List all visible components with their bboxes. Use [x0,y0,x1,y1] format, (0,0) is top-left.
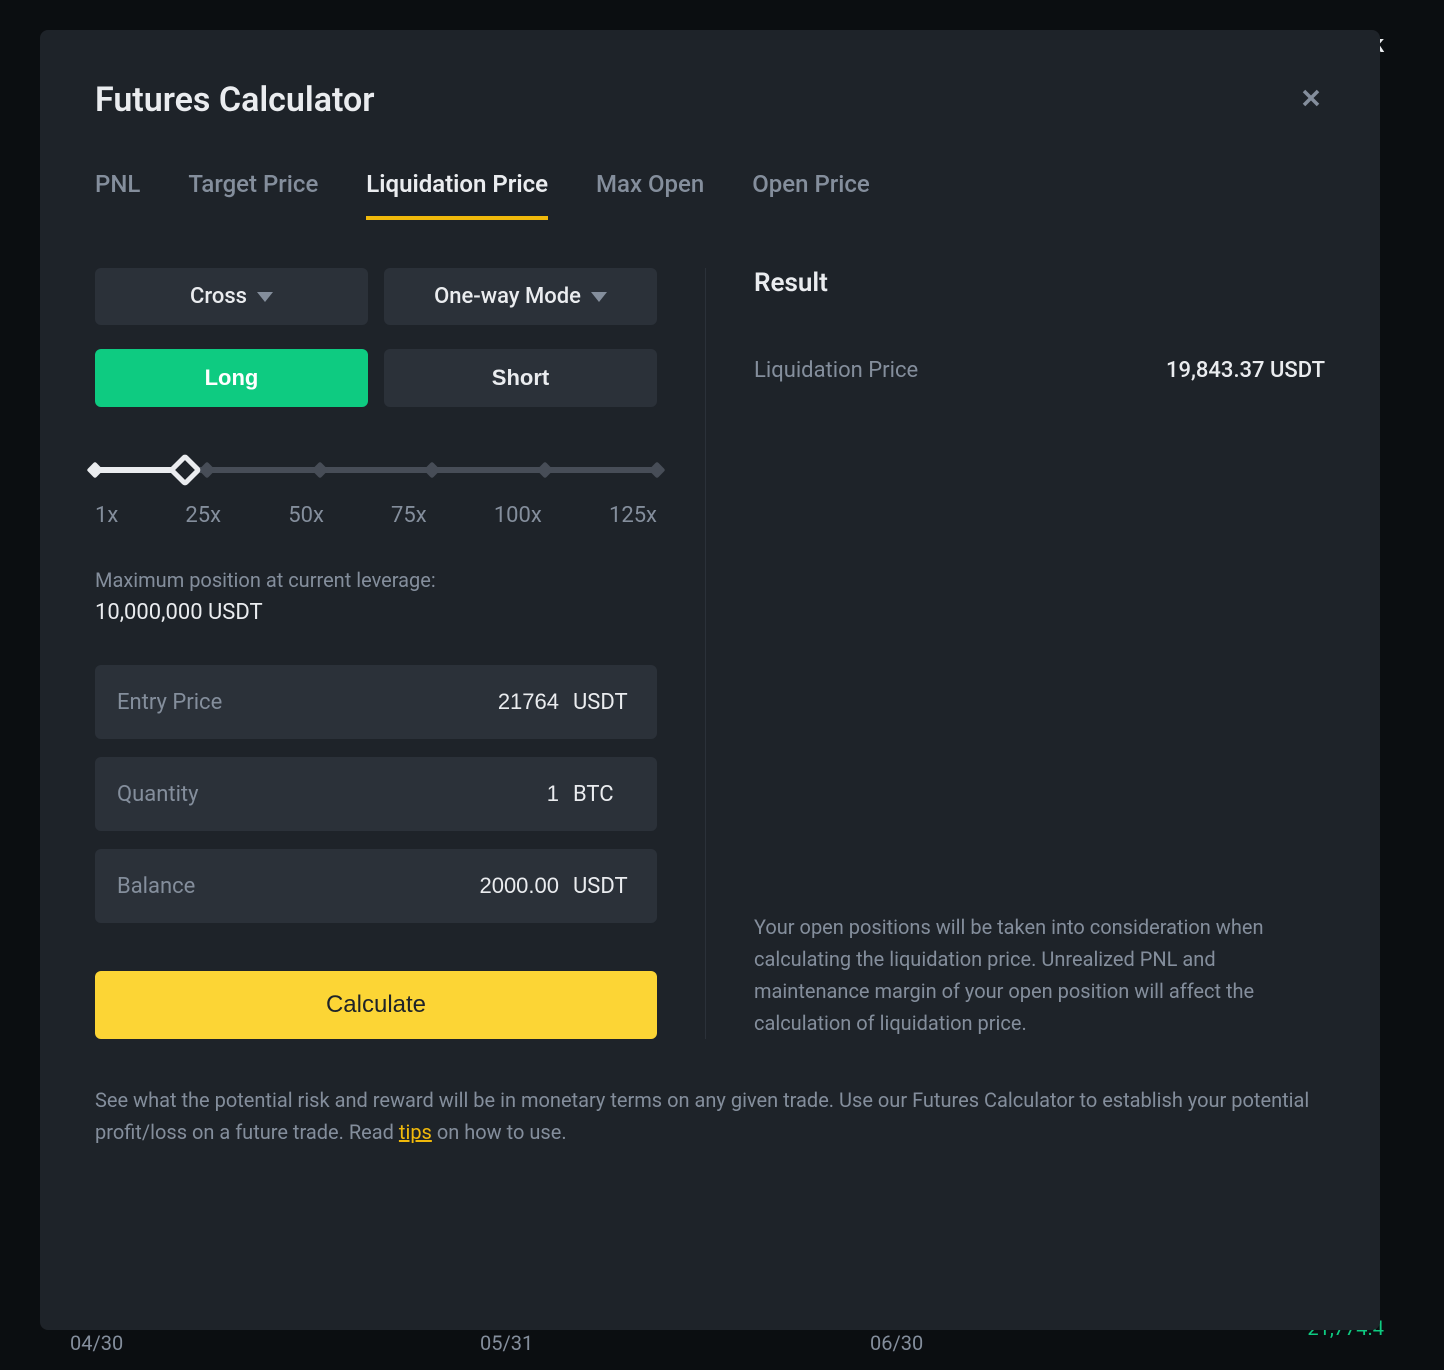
slider-tick[interactable] [199,462,216,479]
position-mode-dropdown[interactable]: One-way Mode [384,268,657,325]
close-icon [1297,84,1325,112]
input-panel: Cross One-way Mode Long Short [95,268,705,1039]
leverage-tick-label: 1x [95,503,118,528]
slider-tick[interactable] [536,462,553,479]
entry-price-unit: USDT [573,690,635,715]
tab-bar: PNL Target Price Liquidation Price Max O… [95,170,1325,220]
tab-target-price[interactable]: Target Price [188,170,318,220]
slider-tick[interactable] [87,462,104,479]
balance-group: Balance USDT [95,849,657,923]
date-label: 05/31 [480,1331,533,1355]
slider-tick[interactable] [649,462,666,479]
date-label: 06/30 [870,1331,923,1355]
tips-link[interactable]: tips [399,1120,432,1144]
futures-calculator-modal: Futures Calculator PNL Target Price Liqu… [40,30,1380,1330]
tab-liquidation-price[interactable]: Liquidation Price [366,170,548,220]
calculate-button[interactable]: Calculate [95,971,657,1039]
chevron-down-icon [591,292,607,302]
leverage-slider[interactable] [95,467,657,473]
entry-price-label: Entry Price [117,690,419,715]
quantity-input[interactable] [419,781,559,807]
footer-text: on how to use. [432,1120,567,1144]
leverage-tick-label: 100x [494,503,542,528]
slider-tick[interactable] [311,462,328,479]
max-position-label: Maximum position at current leverage: [95,568,657,592]
result-panel: Result Liquidation Price 19,843.37 USDT … [705,268,1325,1039]
margin-mode-dropdown[interactable]: Cross [95,268,368,325]
liquidation-price-value: 19,843.37 USDT [1166,358,1325,383]
max-position-value: 10,000,000 USDT [95,600,657,625]
liquidation-price-label: Liquidation Price [754,358,918,383]
leverage-tick-label: 50x [288,503,324,528]
close-button[interactable] [1297,84,1325,117]
slider-handle[interactable] [168,453,202,487]
tab-max-open[interactable]: Max Open [596,170,704,220]
entry-price-group: Entry Price USDT [95,665,657,739]
long-button[interactable]: Long [95,349,368,407]
chevron-down-icon [257,292,273,302]
quantity-unit: BTC [573,782,635,807]
tab-open-price[interactable]: Open Price [752,170,870,220]
modal-title: Futures Calculator [95,80,374,120]
balance-input[interactable] [419,873,559,899]
date-label: 04/30 [70,1331,123,1355]
leverage-tick-label: 75x [391,503,427,528]
balance-unit: USDT [573,874,635,899]
short-button[interactable]: Short [384,349,657,407]
slider-labels: 1x 25x 50x 75x 100x 125x [95,503,657,528]
leverage-tick-label: 125x [609,503,657,528]
quantity-group: Quantity BTC [95,757,657,831]
tab-pnl[interactable]: PNL [95,170,140,220]
margin-mode-label: Cross [190,284,247,309]
footer-note: See what the potential risk and reward w… [95,1084,1325,1148]
entry-price-input[interactable] [419,689,559,715]
quantity-label: Quantity [117,782,419,807]
balance-label: Balance [117,874,419,899]
result-note: Your open positions will be taken into c… [754,911,1325,1039]
position-mode-label: One-way Mode [434,284,581,309]
leverage-tick-label: 25x [185,503,221,528]
result-title: Result [754,268,1325,298]
slider-tick[interactable] [424,462,441,479]
max-position-info: Maximum position at current leverage: 10… [95,568,657,625]
footer-text: See what the potential risk and reward w… [95,1088,1309,1144]
